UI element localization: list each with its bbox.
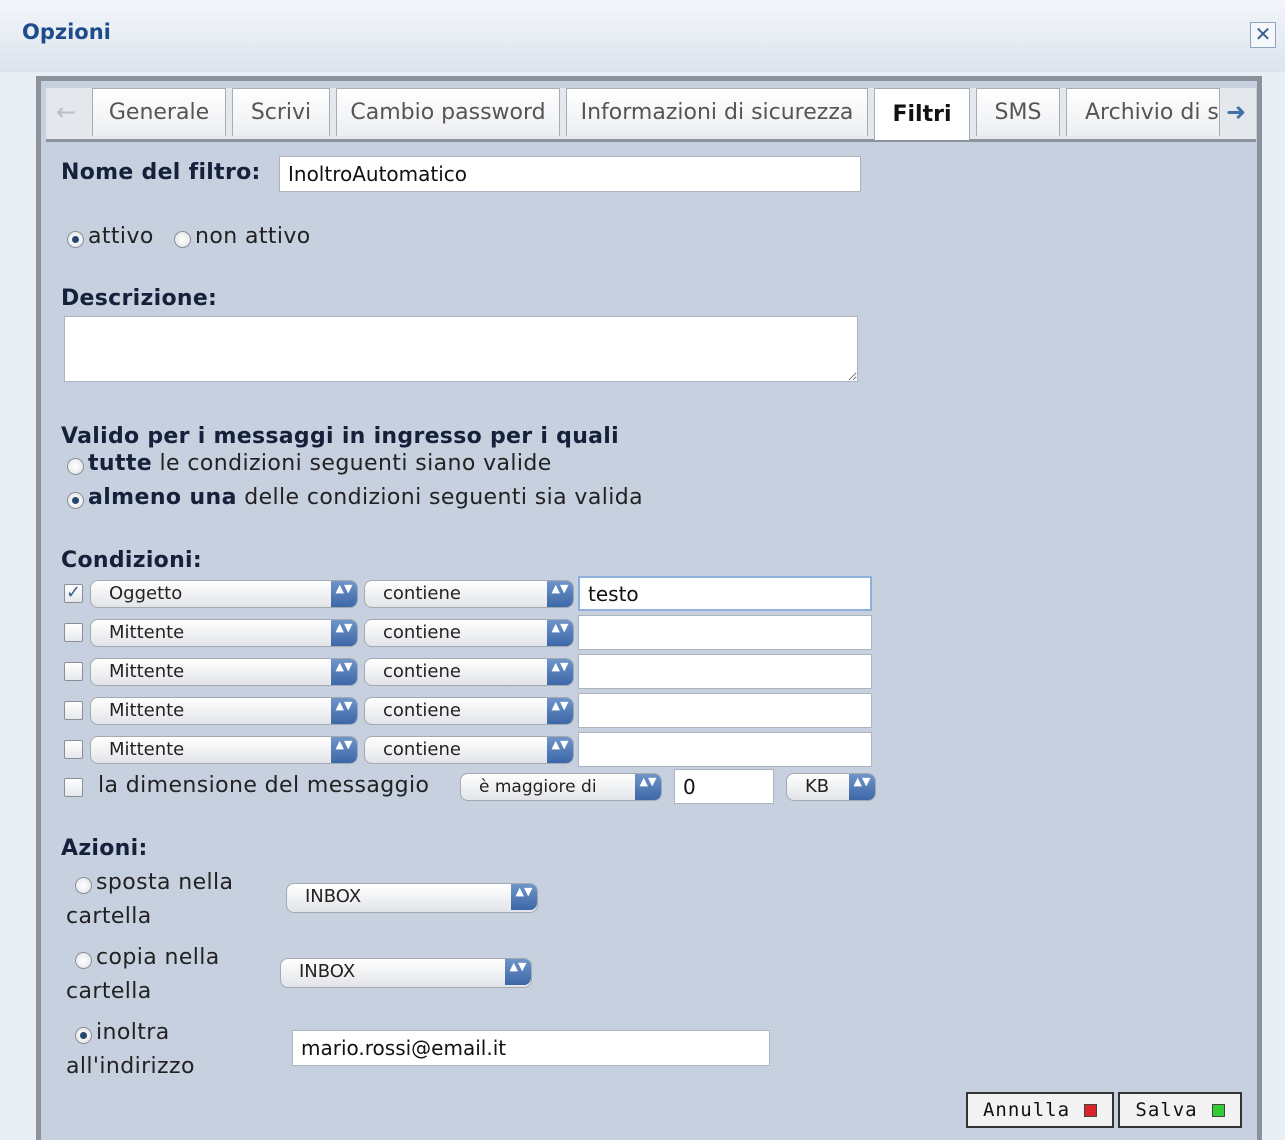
condition-checkbox[interactable] [64,740,83,759]
stepper-icon: ▲▼ [511,884,537,910]
condition-value-input[interactable] [578,693,872,728]
condition-operator-select[interactable]: contiene ▲▼ [364,658,574,686]
filter-name-label: Nome del filtro: [61,160,261,185]
copy-folder-select[interactable]: INBOX ▲▼ [280,958,532,988]
stepper-icon: ▲▼ [331,659,357,685]
match-any-radio[interactable] [67,492,84,509]
status-active-radio[interactable] [67,231,84,248]
condition-field-select[interactable]: Mittente ▲▼ [90,619,358,647]
cancel-button[interactable]: Annulla [966,1092,1114,1128]
description-label: Descrizione: [61,286,218,311]
condition-value-input[interactable] [578,732,872,767]
stepper-icon: ▲▼ [547,737,573,763]
action-copy-label-line2: cartella [66,979,152,1004]
match-title: Valido per i messaggi in ingresso per i … [61,424,619,449]
tab-scrivi[interactable]: Scrivi [232,88,330,136]
stepper-icon: ▲▼ [547,620,573,646]
status-active-label: attivo [88,224,154,249]
stepper-icon: ▲▼ [331,737,357,763]
condition-field-select[interactable]: Mittente ▲▼ [90,697,358,725]
condition-checkbox[interactable]: ✓ [64,584,83,603]
tab-cambio-password[interactable]: Cambio password [336,88,560,136]
stepper-icon: ▲▼ [547,581,573,607]
condition-field-select[interactable]: Oggetto ▲▼ [90,580,358,608]
action-move-label-line1: sposta nella [96,870,234,895]
tab-informazioni-sicurezza[interactable]: Informazioni di sicurezza [566,88,868,136]
close-icon[interactable]: ✕ [1250,22,1276,48]
actions-label: Azioni: [61,836,148,861]
match-all-radio[interactable] [67,458,84,475]
dialog-title: Opzioni [22,20,111,44]
condition-operator-select[interactable]: contiene ▲▼ [364,580,574,608]
tab-archivio[interactable]: Archivio di si [1066,88,1220,136]
action-copy-radio[interactable] [75,952,92,969]
filter-name-input[interactable] [279,156,861,192]
size-operator-select[interactable]: è maggiore di ▲▼ [460,773,662,801]
condition-field-select[interactable]: Mittente ▲▼ [90,736,358,764]
size-condition-checkbox[interactable] [64,778,83,797]
size-condition-label: la dimensione del messaggio [98,773,430,798]
size-unit-select[interactable]: KB ▲▼ [786,773,876,801]
save-button[interactable]: Salva [1118,1092,1242,1128]
stepper-icon: ▲▼ [331,581,357,607]
size-value-input[interactable] [674,769,774,804]
condition-checkbox[interactable] [64,623,83,642]
tab-scroll-left-icon[interactable]: ← [56,98,76,126]
forward-address-input[interactable] [292,1030,770,1066]
description-textarea[interactable] [64,316,858,382]
action-move-radio[interactable] [75,877,92,894]
save-indicator-icon [1211,1103,1225,1117]
action-forward-label-line1: inoltra [96,1020,170,1045]
match-all-label: tutte le condizioni seguenti siano valid… [88,451,552,476]
tab-bar: ← Generale Scrivi Cambio password Inform… [46,88,1256,142]
condition-operator-select[interactable]: contiene ▲▼ [364,619,574,647]
cancel-button-label: Annulla [982,1099,1071,1121]
action-copy-label-line1: copia nella [96,945,220,970]
tab-sms[interactable]: SMS [976,88,1060,136]
tab-filtri[interactable]: Filtri [874,88,970,140]
tab-scroll-right-icon[interactable]: ➜ [1226,98,1246,126]
condition-checkbox[interactable] [64,662,83,681]
condition-value-input[interactable] [578,615,872,650]
stepper-icon: ▲▼ [547,698,573,724]
condition-operator-select[interactable]: contiene ▲▼ [364,736,574,764]
condition-value-input[interactable] [578,654,872,689]
status-inactive-label: non attivo [195,224,311,249]
stepper-icon: ▲▼ [505,959,531,985]
condition-value-input[interactable] [578,576,872,611]
stepper-icon: ▲▼ [331,698,357,724]
save-button-label: Salva [1135,1099,1198,1121]
match-any-label: almeno una delle condizioni seguenti sia… [88,485,643,510]
condition-operator-select[interactable]: contiene ▲▼ [364,697,574,725]
action-move-label-line2: cartella [66,904,152,929]
stepper-icon: ▲▼ [635,774,661,800]
action-forward-radio[interactable] [75,1027,92,1044]
tab-generale[interactable]: Generale [92,88,226,136]
stepper-icon: ▲▼ [547,659,573,685]
stepper-icon: ▲▼ [331,620,357,646]
dialog-title-bar: Opzioni ✕ [0,0,1285,72]
stepper-icon: ▲▼ [849,774,875,800]
conditions-label: Condizioni: [61,548,202,573]
action-forward-label-line2: all'indirizzo [66,1054,195,1079]
condition-field-select[interactable]: Mittente ▲▼ [90,658,358,686]
move-folder-select[interactable]: INBOX ▲▼ [286,883,538,913]
condition-checkbox[interactable] [64,701,83,720]
status-inactive-radio[interactable] [174,231,191,248]
cancel-indicator-icon [1084,1103,1098,1117]
